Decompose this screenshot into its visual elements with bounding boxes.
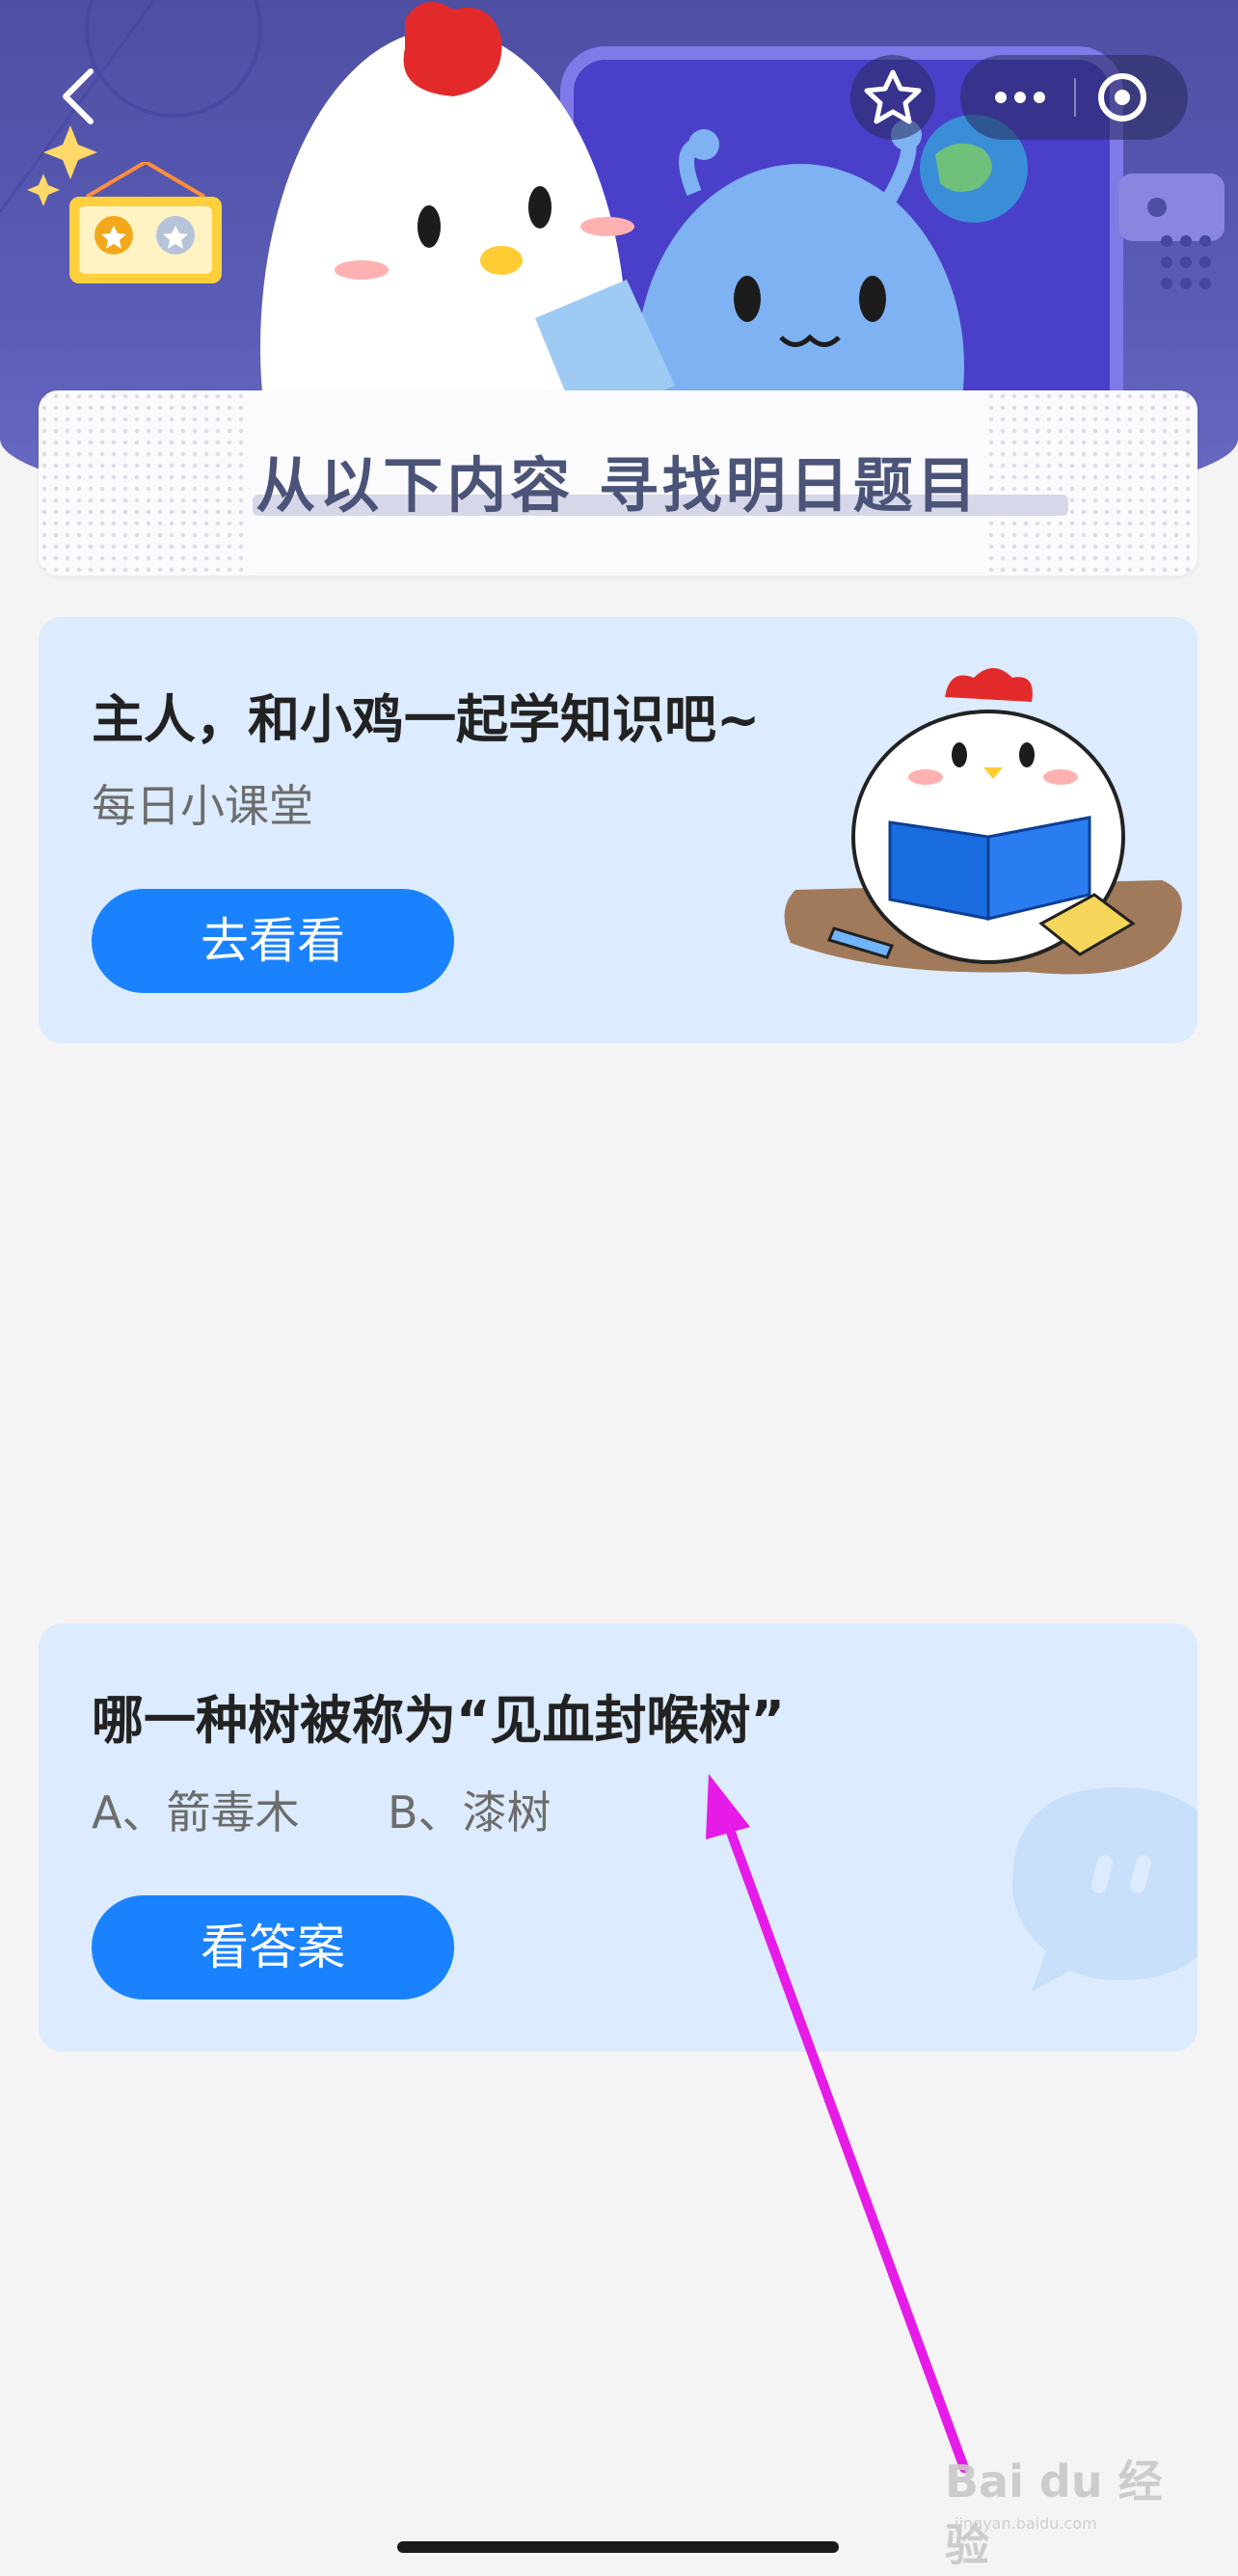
watermark-logo: Bai du 经验 jingyan.baidu.com — [945, 2447, 1176, 2571]
home-indicator[interactable] — [397, 2541, 839, 2553]
watermark-url: jingyan.baidu.com — [955, 2514, 1097, 2533]
annotation-arrow — [706, 1774, 969, 2473]
